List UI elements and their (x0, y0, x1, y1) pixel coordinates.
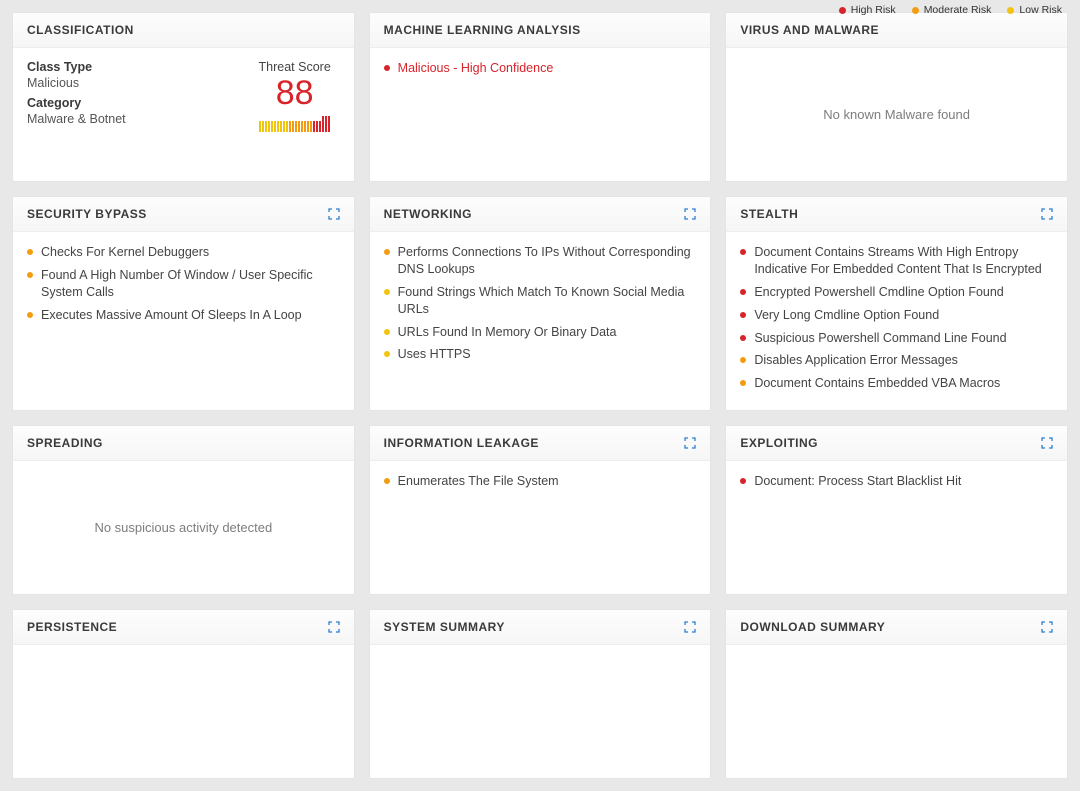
finding-item[interactable]: Found A High Number Of Window / User Spe… (27, 267, 340, 301)
card-virus-malware: VIRUS AND MALWARE No known Malware found (725, 12, 1068, 182)
card-title: INFORMATION LEAKAGE (384, 436, 539, 450)
card-security-bypass: SECURITY BYPASS Checks For Kernel Debugg… (12, 196, 355, 411)
card-header-system-summary: SYSTEM SUMMARY (370, 610, 711, 645)
info-leak-list: Enumerates The File System (384, 473, 697, 490)
exploiting-body: Document: Process Start Blacklist Hit (726, 461, 1067, 594)
card-title: SPREADING (27, 436, 103, 450)
legend-moderate-label: Moderate Risk (924, 4, 992, 16)
info-leak-body: Enumerates The File System (370, 461, 711, 594)
expand-icon[interactable] (1041, 621, 1053, 633)
finding-item[interactable]: Found Strings Which Match To Known Socia… (384, 284, 697, 318)
finding-item[interactable]: Malicious - High Confidence (384, 60, 697, 77)
ml-findings-list: Malicious - High Confidence (384, 60, 697, 77)
finding-item[interactable]: Encrypted Powershell Cmdline Option Foun… (740, 284, 1053, 301)
card-title: SECURITY BYPASS (27, 207, 147, 221)
card-title: CLASSIFICATION (27, 23, 134, 37)
card-header-persistence: PERSISTENCE (13, 610, 354, 645)
expand-icon[interactable] (1041, 437, 1053, 449)
security-bypass-body: Checks For Kernel Debuggers Found A High … (13, 232, 354, 410)
finding-item[interactable]: Enumerates The File System (384, 473, 697, 490)
card-networking: NETWORKING Performs Connections To IPs W… (369, 196, 712, 411)
card-header-stealth: STEALTH (726, 197, 1067, 232)
class-type-value: Malicious (27, 76, 236, 90)
card-title: PERSISTENCE (27, 620, 117, 634)
expand-icon[interactable] (684, 437, 696, 449)
finding-item[interactable]: Uses HTTPS (384, 346, 697, 363)
legend-low-label: Low Risk (1019, 4, 1062, 16)
finding-item[interactable]: Very Long Cmdline Option Found (740, 307, 1053, 324)
exploiting-list: Document: Process Start Blacklist Hit (740, 473, 1053, 490)
spreading-empty-message: No suspicious activity detected (27, 473, 340, 582)
card-title: MACHINE LEARNING ANALYSIS (384, 23, 581, 37)
finding-item[interactable]: Disables Application Error Messages (740, 352, 1053, 369)
finding-item[interactable]: Suspicious Powershell Command Line Found (740, 330, 1053, 347)
networking-body: Performs Connections To IPs Without Corr… (370, 232, 711, 410)
category-value: Malware & Botnet (27, 112, 236, 126)
card-header-exploiting: EXPLOITING (726, 426, 1067, 461)
legend-high-label: High Risk (851, 4, 896, 16)
virus-body: No known Malware found (726, 48, 1067, 181)
card-download-summary: DOWNLOAD SUMMARY (725, 609, 1068, 779)
class-type-label: Class Type (27, 60, 236, 74)
card-title: EXPLOITING (740, 436, 818, 450)
card-system-summary: SYSTEM SUMMARY (369, 609, 712, 779)
classification-details: Class Type Malicious Category Malware & … (27, 60, 236, 169)
card-title: STEALTH (740, 207, 798, 221)
expand-icon[interactable] (328, 208, 340, 220)
finding-item[interactable]: Checks For Kernel Debuggers (27, 244, 340, 261)
card-exploiting: EXPLOITING Document: Process Start Black… (725, 425, 1068, 595)
card-header-info-leak: INFORMATION LEAKAGE (370, 426, 711, 461)
threat-score-block: Threat Score 88 (250, 60, 340, 169)
card-header-networking: NETWORKING (370, 197, 711, 232)
expand-icon[interactable] (328, 621, 340, 633)
card-title: NETWORKING (384, 207, 472, 221)
finding-item[interactable]: Executes Massive Amount Of Sleeps In A L… (27, 307, 340, 324)
finding-item[interactable]: Performs Connections To IPs Without Corr… (384, 244, 697, 278)
card-title: DOWNLOAD SUMMARY (740, 620, 885, 634)
stealth-list: Document Contains Streams With High Entr… (740, 244, 1053, 392)
category-label: Category (27, 96, 236, 110)
risk-legend: High Risk Moderate Risk Low Risk (839, 4, 1062, 16)
expand-icon[interactable] (684, 208, 696, 220)
card-spreading: SPREADING No suspicious activity detecte… (12, 425, 355, 595)
threat-score-label: Threat Score (250, 60, 340, 74)
networking-list: Performs Connections To IPs Without Corr… (384, 244, 697, 363)
low-risk-dot-icon (1007, 7, 1014, 14)
card-header-ml: MACHINE LEARNING ANALYSIS (370, 13, 711, 48)
legend-high-risk: High Risk (839, 4, 896, 16)
legend-low-risk: Low Risk (1007, 4, 1062, 16)
moderate-risk-dot-icon (912, 7, 919, 14)
card-header-classification: CLASSIFICATION (13, 13, 354, 48)
card-persistence: PERSISTENCE (12, 609, 355, 779)
finding-item[interactable]: Document Contains Streams With High Entr… (740, 244, 1053, 278)
threat-score-gauge-icon (250, 116, 340, 132)
virus-empty-message: No known Malware found (740, 60, 1053, 169)
high-risk-dot-icon (839, 7, 846, 14)
card-title: SYSTEM SUMMARY (384, 620, 505, 634)
card-header-security-bypass: SECURITY BYPASS (13, 197, 354, 232)
card-stealth: STEALTH Document Contains Streams With H… (725, 196, 1068, 411)
expand-icon[interactable] (1041, 208, 1053, 220)
finding-item[interactable]: Document Contains Embedded VBA Macros (740, 375, 1053, 392)
card-header-download-summary: DOWNLOAD SUMMARY (726, 610, 1067, 645)
card-information-leakage: INFORMATION LEAKAGE Enumerates The File … (369, 425, 712, 595)
finding-item[interactable]: URLs Found In Memory Or Binary Data (384, 324, 697, 341)
threat-score-value: 88 (250, 76, 340, 110)
card-classification: CLASSIFICATION Class Type Malicious Cate… (12, 12, 355, 182)
dashboard-grid: CLASSIFICATION Class Type Malicious Cate… (0, 0, 1080, 791)
stealth-body: Document Contains Streams With High Entr… (726, 232, 1067, 410)
spreading-body: No suspicious activity detected (13, 461, 354, 594)
card-header-spreading: SPREADING (13, 426, 354, 461)
legend-moderate-risk: Moderate Risk (912, 4, 992, 16)
card-machine-learning: MACHINE LEARNING ANALYSIS Malicious - Hi… (369, 12, 712, 182)
card-header-virus: VIRUS AND MALWARE (726, 13, 1067, 48)
security-bypass-list: Checks For Kernel Debuggers Found A High … (27, 244, 340, 324)
ml-body: Malicious - High Confidence (370, 48, 711, 181)
card-title: VIRUS AND MALWARE (740, 23, 879, 37)
finding-item[interactable]: Document: Process Start Blacklist Hit (740, 473, 1053, 490)
expand-icon[interactable] (684, 621, 696, 633)
classification-body: Class Type Malicious Category Malware & … (13, 48, 354, 181)
